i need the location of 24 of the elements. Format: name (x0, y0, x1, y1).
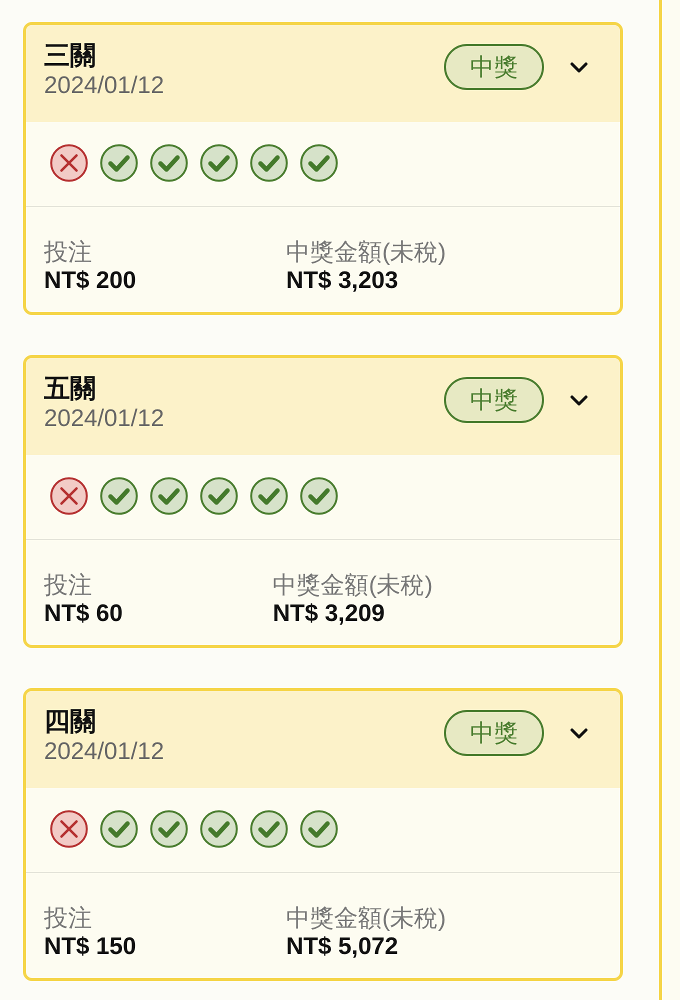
stake-label: 投注 (44, 905, 93, 933)
payout-label: 中獎金額(未稅) (286, 905, 446, 933)
payout-label: 中獎金額(未稅) (286, 239, 446, 267)
bet-date: 2024/01/12 (44, 71, 164, 101)
chevron-down-icon[interactable] (570, 728, 588, 738)
stake-amount: NT$ 150 (44, 933, 136, 961)
chevron-down-icon[interactable] (570, 394, 588, 406)
bet-title: 三關 (44, 39, 97, 71)
payout-label: 中獎金額(未稅) (272, 572, 433, 600)
status-badge: 中獎 (444, 710, 544, 756)
stake-label: 投注 (44, 572, 93, 600)
chevron-down-icon[interactable] (570, 62, 588, 72)
stake-amount: NT$ 200 (44, 267, 136, 295)
stake-label: 投注 (44, 239, 93, 267)
bet-date: 2024/01/12 (44, 737, 164, 767)
payout-amount: NT$ 5,072 (286, 933, 400, 961)
status-badge: 中獎 (444, 377, 544, 423)
bet-title: 五關 (44, 372, 97, 404)
payout-amount: NT$ 3,203 (286, 267, 400, 295)
status-badge: 中獎 (444, 44, 544, 90)
stake-amount: NT$ 60 (44, 600, 123, 628)
payout-amount: NT$ 3,209 (272, 600, 386, 628)
bet-title: 四關 (44, 705, 97, 737)
bet-date: 2024/01/12 (44, 404, 164, 434)
